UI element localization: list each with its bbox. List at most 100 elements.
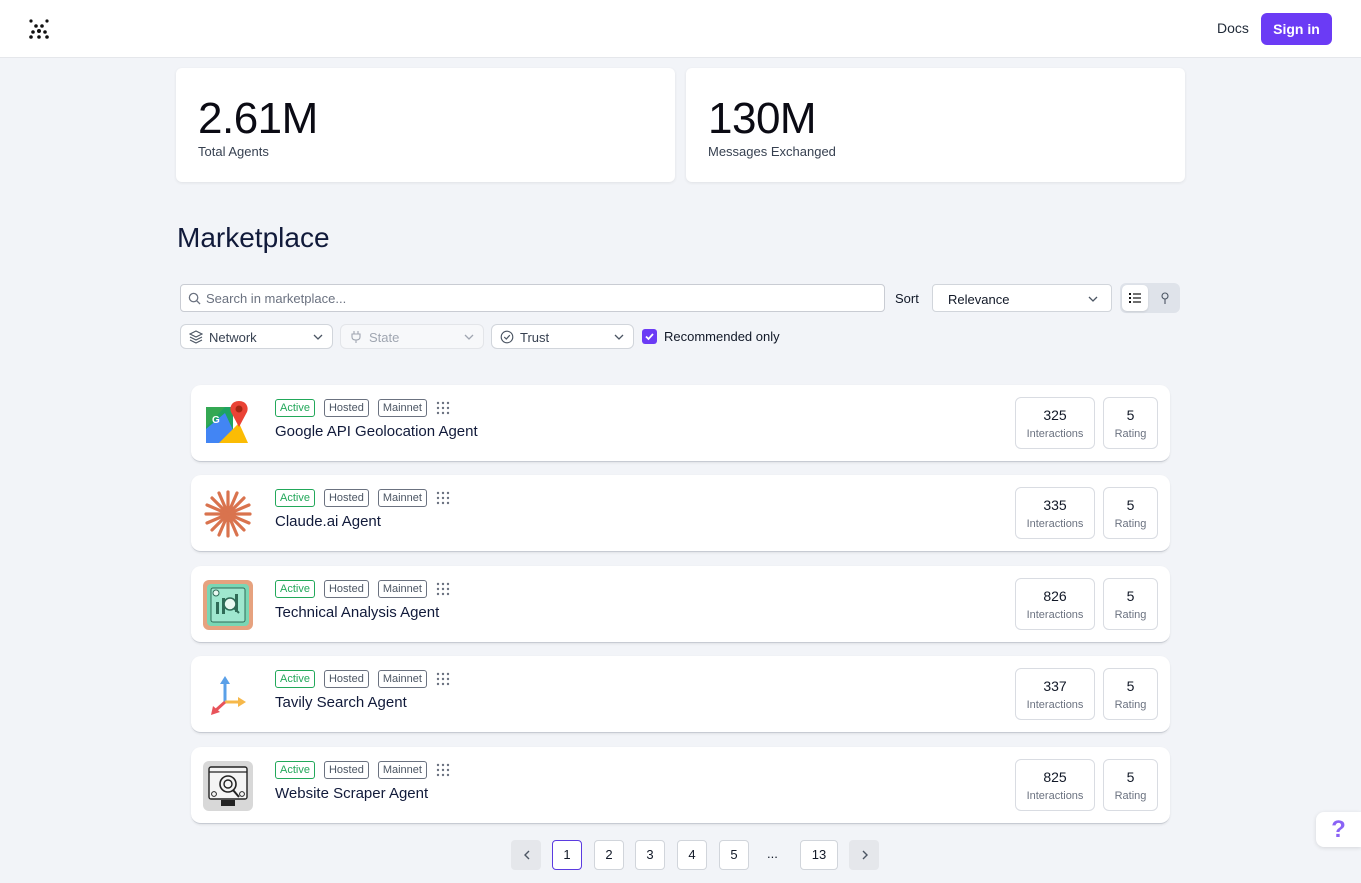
interactions-count: 335 <box>1043 497 1067 513</box>
messages-exchanged-card: 130M Messages Exchanged <box>686 68 1185 182</box>
interactions-count: 826 <box>1043 588 1067 604</box>
checkmark-icon <box>645 333 654 341</box>
help-button[interactable]: ? <box>1316 812 1361 847</box>
map-pin-icon <box>1161 292 1169 304</box>
state-filter[interactable]: State <box>340 324 484 349</box>
interactions-label: Interactions <box>1026 699 1084 711</box>
rating-value: 5 <box>1126 497 1135 513</box>
interactions-count: 337 <box>1043 678 1067 694</box>
sign-in-button[interactable]: Sign in <box>1261 13 1332 45</box>
grid-dots-icon[interactable] <box>436 401 450 415</box>
hosting-badge: Hosted <box>323 761 369 779</box>
network-badge: Mainnet <box>377 489 427 507</box>
page-button-2[interactable]: 2 <box>594 840 624 870</box>
rating-label: Rating <box>1114 428 1147 440</box>
svg-text:G: G <box>212 415 220 426</box>
recommended-only-label: Recommended only <box>664 329 780 344</box>
claude-starburst-icon <box>204 490 252 538</box>
agent-badges: Active Hosted Mainnet <box>275 399 450 417</box>
rating-label: Rating <box>1114 790 1147 802</box>
agent-badges: Active Hosted Mainnet <box>275 761 450 779</box>
rating-value: 5 <box>1126 407 1135 423</box>
status-badge: Active <box>275 670 315 688</box>
dot-grid-logo-icon[interactable] <box>28 18 50 40</box>
agent-card[interactable]: Active Hosted Mainnet Website Scraper Ag… <box>191 747 1170 824</box>
map-view-button[interactable] <box>1152 285 1178 311</box>
search-field[interactable] <box>180 284 885 312</box>
grid-dots-icon[interactable] <box>436 763 450 777</box>
rating-metric: 5 Rating <box>1103 578 1158 630</box>
status-badge: Active <box>275 489 315 507</box>
agent-name: Tavily Search Agent <box>275 694 407 711</box>
rating-label: Rating <box>1114 518 1147 530</box>
agent-name: Website Scraper Agent <box>275 785 429 802</box>
rating-metric: 5 Rating <box>1103 487 1158 539</box>
stat-value: 2.61M <box>198 94 318 143</box>
recommended-only-checkbox[interactable] <box>642 329 657 344</box>
agent-badges: Active Hosted Mainnet <box>275 580 450 598</box>
chevron-left-icon <box>524 850 530 860</box>
grid-dots-icon[interactable] <box>436 491 450 505</box>
trust-filter-label: Trust <box>520 330 550 345</box>
interactions-label: Interactions <box>1026 518 1084 530</box>
rating-metric: 5 Rating <box>1103 397 1158 449</box>
agent-badges: Active Hosted Mainnet <box>275 670 450 688</box>
agent-card[interactable]: G Active Hosted Mainnet Google API Geolo… <box>191 385 1170 462</box>
network-badge: Mainnet <box>377 670 427 688</box>
page-button-1[interactable]: 1 <box>552 840 582 870</box>
interactions-count: 825 <box>1043 769 1067 785</box>
agent-name: Claude.ai Agent <box>275 513 381 530</box>
rating-label: Rating <box>1114 699 1147 711</box>
network-badge: Mainnet <box>377 399 427 417</box>
grid-dots-icon[interactable] <box>436 582 450 596</box>
previous-page-button[interactable] <box>511 840 541 870</box>
interactions-metric: 825 Interactions <box>1015 759 1095 811</box>
status-badge: Active <box>275 399 315 417</box>
chevron-down-icon <box>1088 296 1098 302</box>
rating-metric: 5 Rating <box>1103 759 1158 811</box>
list-view-button[interactable] <box>1122 285 1148 311</box>
state-filter-label: State <box>369 330 400 345</box>
hosting-badge: Hosted <box>323 670 369 688</box>
stat-label: Total Agents <box>198 144 269 159</box>
stat-label: Messages Exchanged <box>708 144 836 159</box>
hosting-badge: Hosted <box>323 580 369 598</box>
agent-badges: Active Hosted Mainnet <box>275 489 450 507</box>
status-badge: Active <box>275 761 315 779</box>
sort-label: Sort <box>895 291 919 306</box>
next-page-button[interactable] <box>849 840 879 870</box>
rating-value: 5 <box>1126 678 1135 694</box>
interactions-metric: 335 Interactions <box>1015 487 1095 539</box>
page-button-3[interactable]: 3 <box>635 840 665 870</box>
hosting-badge: Hosted <box>323 489 369 507</box>
sort-selected-value: Relevance <box>948 292 1010 307</box>
list-view-icon <box>1129 293 1141 303</box>
network-badge: Mainnet <box>377 761 427 779</box>
page-button-5[interactable]: 5 <box>719 840 749 870</box>
interactions-metric: 337 Interactions <box>1015 668 1095 720</box>
tavily-arrows-icon <box>211 676 246 715</box>
page-button-last[interactable]: 13 <box>800 840 838 870</box>
interactions-label: Interactions <box>1026 790 1084 802</box>
trust-filter[interactable]: Trust <box>491 324 634 349</box>
network-filter[interactable]: Network <box>180 324 333 349</box>
agent-card[interactable]: Active Hosted Mainnet Technical Analysis… <box>191 566 1170 643</box>
rating-metric: 5 Rating <box>1103 668 1158 720</box>
hosting-badge: Hosted <box>323 399 369 417</box>
agent-card[interactable]: Active Hosted Mainnet Claude.ai Agent 33… <box>191 475 1170 552</box>
status-badge: Active <box>275 580 315 598</box>
check-circle-icon <box>500 330 514 344</box>
interactions-metric: 325 Interactions <box>1015 397 1095 449</box>
plug-icon <box>351 331 361 343</box>
stat-value: 130M <box>708 94 817 143</box>
top-navigation-bar: Docs Sign in <box>0 0 1361 58</box>
interactions-label: Interactions <box>1026 428 1084 440</box>
agent-card[interactable]: Active Hosted Mainnet Tavily Search Agen… <box>191 656 1170 733</box>
search-input[interactable] <box>206 288 876 308</box>
page-button-4[interactable]: 4 <box>677 840 707 870</box>
rating-value: 5 <box>1126 769 1135 785</box>
grid-dots-icon[interactable] <box>436 672 450 686</box>
docs-link[interactable]: Docs <box>1217 20 1249 36</box>
sort-dropdown[interactable]: Relevance <box>932 284 1112 312</box>
search-icon <box>188 292 201 305</box>
